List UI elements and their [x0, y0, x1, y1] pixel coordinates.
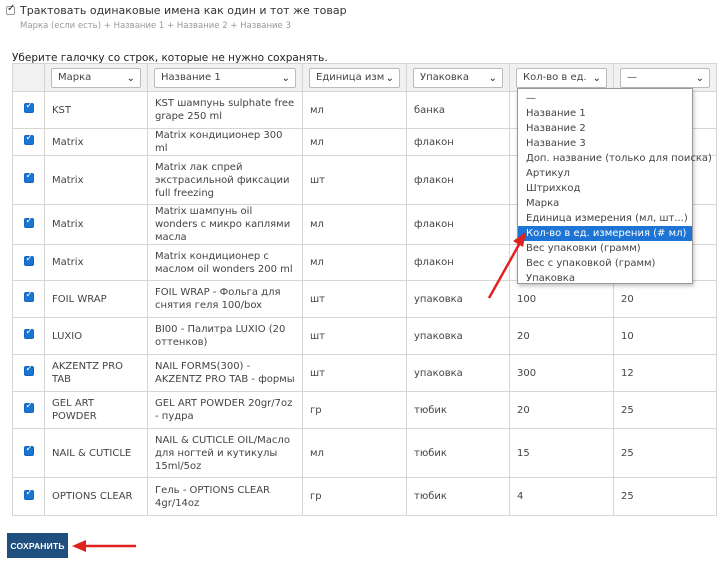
- arrow-to-dropdown-option: [487, 232, 526, 299]
- annotation-arrows: [72, 232, 526, 552]
- arrow-to-save-button: [72, 540, 136, 552]
